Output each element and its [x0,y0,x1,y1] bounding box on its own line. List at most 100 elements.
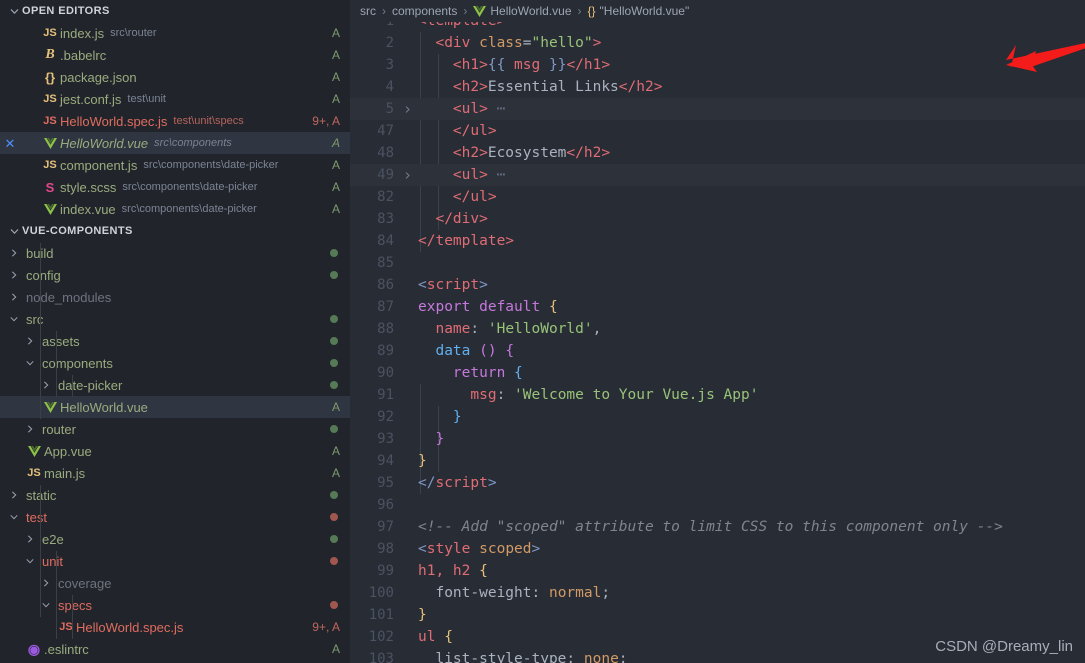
line-number: 2 [385,35,394,51]
code-text: } [416,431,444,447]
fold-chevron-icon[interactable] [398,171,416,180]
tree-guide [40,485,41,617]
open-editor-item[interactable]: JS component.js src\components\date-picker… [0,154,350,176]
code-line[interactable]: 5 <ul> ⋯ [350,98,1085,120]
breadcrumb-item[interactable]: components [392,4,457,18]
tree-item[interactable]: test [0,506,350,528]
status-dot [330,359,338,367]
code-line[interactable]: 4 <h2>Essential Links</h2> [350,76,1085,98]
project-header[interactable]: VUE-COMPONENTS [0,220,350,242]
status-dot [330,315,338,323]
code-line[interactable]: 48 <h2>Ecosystem</h2> [350,142,1085,164]
code-line[interactable]: 93 } [350,428,1085,450]
breadcrumb: src › components › HelloWorld.vue › {} "HelloWo… [350,0,1085,22]
code-token: name [418,321,471,337]
tree-item[interactable]: HelloWorld.vue A [0,396,350,418]
open-editor-item[interactable]: {} package.json A [0,66,350,88]
open-editor-item[interactable]: ✕ HelloWorld.vue src\components A [0,132,350,154]
code-line[interactable]: 87 export default { [350,296,1085,318]
open-editor-item[interactable]: JS jest.conf.js test\unit A [0,88,350,110]
code-line[interactable]: 94} [350,450,1085,472]
code-token: ; [618,651,628,663]
code-token: : [496,387,515,403]
js-file-icon: JS [27,466,41,479]
open-editor-filename: index.js [60,25,105,41]
folder-label: specs [58,597,92,613]
code-token: > [479,277,488,293]
tree-item[interactable]: App.vue A [0,440,350,462]
tree-item[interactable]: build [0,242,350,264]
open-editors-header[interactable]: OPEN EDITORS [0,0,350,22]
code-line[interactable]: 90 return { [350,362,1085,384]
open-editor-item[interactable]: JS HelloWorld.spec.js test\unit\specs 9+, A [0,110,350,132]
tree-item[interactable]: unit [0,550,350,572]
code-editor[interactable]: 1<template>2 <div class="hello">3 <h1>{{… [350,10,1085,663]
code-line[interactable]: 97 <!-- Add "scoped" attribute to limit C… [350,516,1085,538]
code-token: </div> [418,211,488,227]
tree-item[interactable]: date-picker [0,374,350,396]
code-text: </script> [416,475,497,491]
code-line[interactable]: 3 <h1>{{ msg }}</h1> [350,54,1085,76]
code-line[interactable]: 86 <script> [350,274,1085,296]
code-line[interactable]: 49 <ul> ⋯ [350,164,1085,186]
code-token: normal [548,585,602,601]
breadcrumb-item[interactable]: HelloWorld.vue [490,4,571,18]
fold-chevron-icon[interactable] [398,105,416,114]
code-token: </template> [418,233,515,249]
tree-item[interactable]: JS main.js A [0,462,350,484]
code-line[interactable]: 91 msg: 'Welcome to Your Vue.js App' [350,384,1085,406]
code-text: </div> [416,211,488,227]
code-line[interactable]: 82 </ul> [350,186,1085,208]
code-line[interactable]: 98 <style scoped> [350,538,1085,560]
tree-item[interactable]: JS HelloWorld.spec.js 9+, A [0,616,350,638]
chevron-right-icon [6,292,22,302]
vscode-window: OPEN EDITORS JS index.js src\router A B .babe… [0,0,1085,663]
open-editor-item[interactable]: Sstyle.scss src\components\date-picker A [0,176,350,198]
tree-item[interactable]: e2e [0,528,350,550]
code-token: > [592,35,602,51]
code-token: none [583,651,619,663]
code-token: , [592,321,602,337]
line-number: 47 [377,123,394,139]
line-number: 86 [377,277,394,293]
tree-item[interactable]: ◉ .eslintrc A [0,638,350,660]
tree-item[interactable]: router [0,418,350,440]
tree-item[interactable]: node_modules [0,286,350,308]
breadcrumb-item[interactable]: src [360,4,376,18]
open-editor-item[interactable]: index.vue src\components\date-picker A [0,198,350,220]
tree-item[interactable]: src [0,308,350,330]
code-line[interactable]: 88 name: 'HelloWorld', [350,318,1085,340]
js-file-icon: JS [59,620,73,633]
code-text: ul { [416,629,453,645]
code-line[interactable]: 2 <div class="hello"> [350,32,1085,54]
chevron-down-icon [6,314,22,324]
tree-item[interactable]: components [0,352,350,374]
code-line[interactable]: 96 [350,494,1085,516]
code-line[interactable]: 85 [350,252,1085,274]
code-token: <div [418,35,480,51]
folder-label: test [26,509,47,525]
tree-item[interactable]: static [0,484,350,506]
code-line[interactable]: 100 font-weight: normal; [350,582,1085,604]
tree-item[interactable]: specs [0,594,350,616]
code-line[interactable]: 99 h1, h2 { [350,560,1085,582]
open-editor-item[interactable]: JS index.js src\router A [0,22,350,44]
code-line[interactable]: 95 </script> [350,472,1085,494]
tree-item[interactable]: assets [0,330,350,352]
tree-item[interactable]: config [0,264,350,286]
open-editor-item[interactable]: B .babelrc A [0,44,350,66]
breadcrumb-item[interactable]: "HelloWorld.vue" [600,4,690,18]
tree-item[interactable]: coverage [0,572,350,594]
close-icon[interactable]: ✕ [0,137,20,150]
status-dot [330,381,338,389]
code-line[interactable]: 89 data () { [350,340,1085,362]
code-line[interactable]: 84 </template> [350,230,1085,252]
folder-label: static [26,487,57,503]
code-line[interactable]: 47 </ul> [350,120,1085,142]
code-line[interactable]: 83 </div> [350,208,1085,230]
open-editors-list: JS index.js src\router A B .babelrc A{} package… [0,22,350,220]
code-token: { [548,299,558,315]
code-line[interactable]: 92 } [350,406,1085,428]
code-line[interactable]: 101} [350,604,1085,626]
